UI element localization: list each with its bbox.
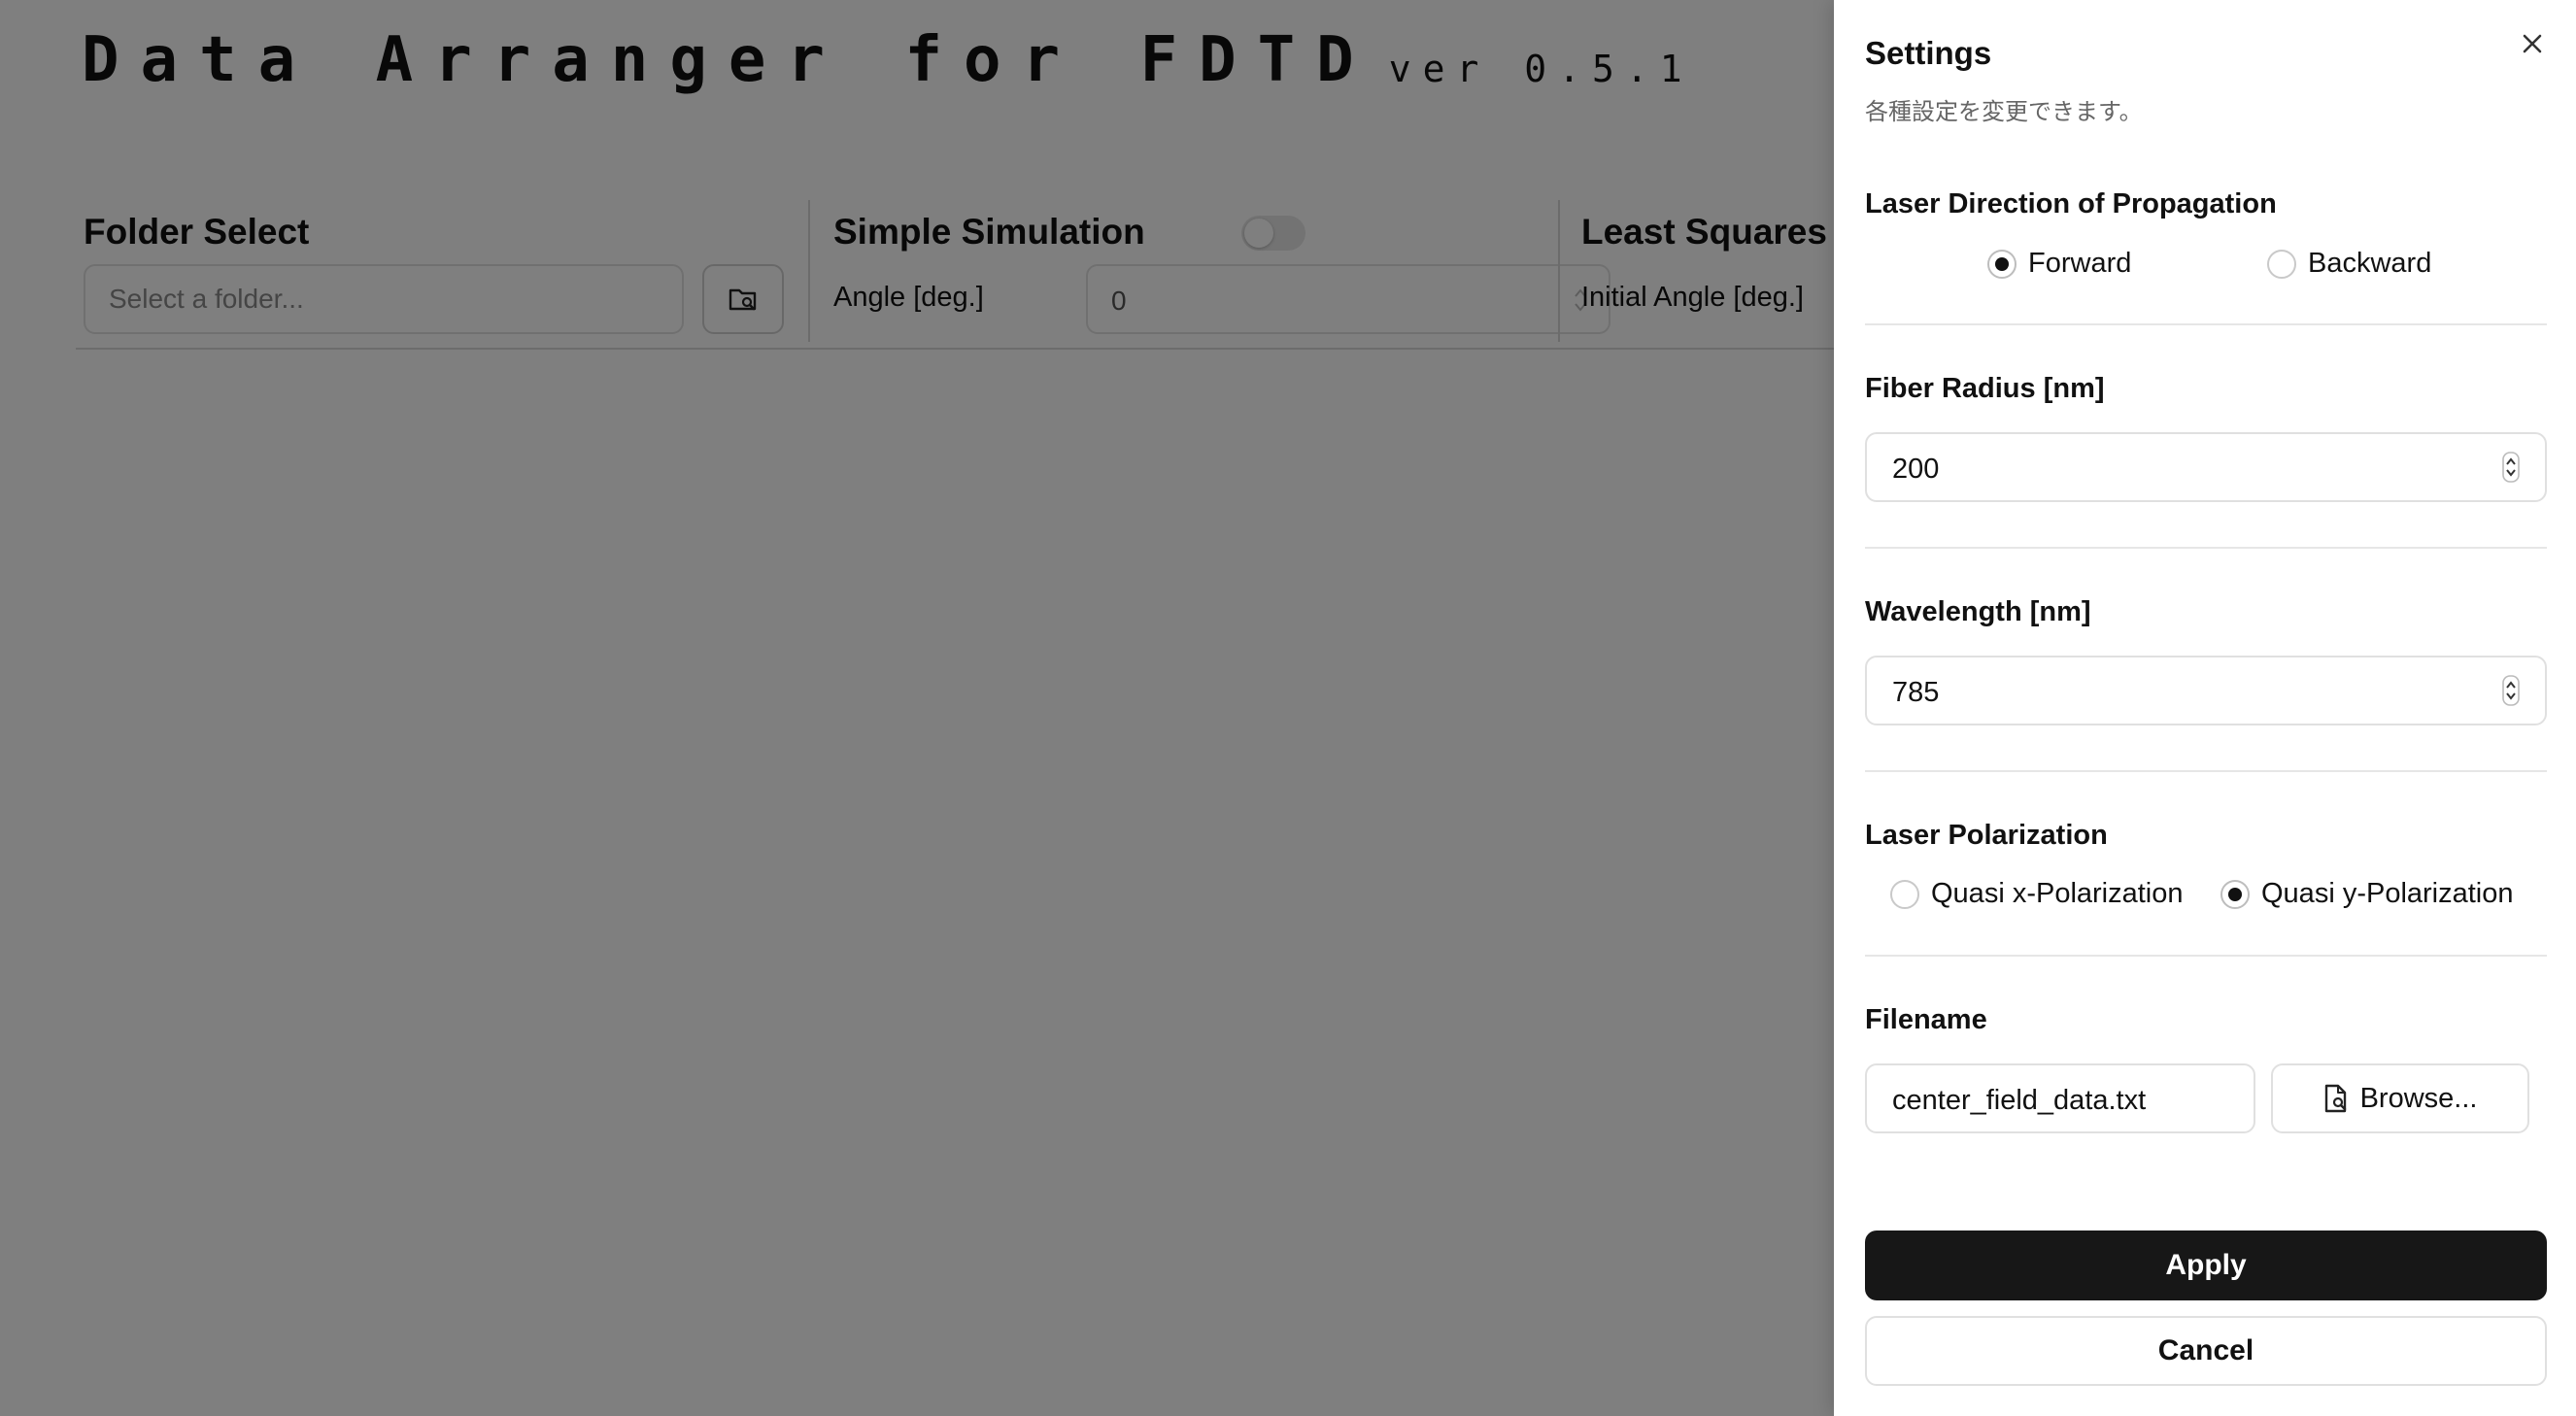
wavelength-value: 785 xyxy=(1892,677,1940,708)
file-search-icon xyxy=(2324,1084,2346,1113)
browse-button[interactable]: Browse... xyxy=(2271,1063,2529,1133)
settings-title: Settings xyxy=(1865,35,1992,71)
apply-button[interactable]: Apply xyxy=(1865,1231,2547,1300)
wavelength-label: Wavelength [nm] xyxy=(1865,596,2091,627)
app-window: Data Arranger for FDTD ver 0.5.1 Folder … xyxy=(0,0,2576,1416)
radio-quasi-y-indicator[interactable] xyxy=(2220,879,2250,909)
section-divider xyxy=(1865,955,2547,957)
laser-polarization-label: Laser Polarization xyxy=(1865,820,2108,851)
radio-backward-indicator[interactable] xyxy=(2267,249,2296,279)
fiber-radius-label: Fiber Radius [nm] xyxy=(1865,373,2105,404)
fiber-radius-value: 200 xyxy=(1892,454,1940,485)
laser-direction-label: Laser Direction of Propagation xyxy=(1865,188,2277,219)
section-divider xyxy=(1865,770,2547,772)
close-button[interactable] xyxy=(2516,27,2549,60)
spinner-icon[interactable] xyxy=(2502,675,2520,706)
settings-description: 各種設定を変更できます。 xyxy=(1865,98,2143,125)
close-icon xyxy=(2523,34,2542,53)
radio-quasi-x[interactable]: Quasi x-Polarization xyxy=(1890,878,2184,910)
section-divider xyxy=(1865,323,2547,325)
fiber-radius-input[interactable]: 200 xyxy=(1865,432,2547,502)
browse-button-label: Browse... xyxy=(2359,1082,2478,1114)
radio-backward[interactable]: Backward xyxy=(2267,248,2431,280)
filename-input[interactable]: center_field_data.txt xyxy=(1865,1063,2255,1133)
modal-overlay[interactable] xyxy=(0,0,1834,1416)
radio-quasi-y[interactable]: Quasi y-Polarization xyxy=(2220,878,2514,910)
radio-quasi-y-label: Quasi y-Polarization xyxy=(2261,878,2514,909)
filename-label: Filename xyxy=(1865,1004,1987,1035)
cancel-button[interactable]: Cancel xyxy=(1865,1316,2547,1386)
section-divider xyxy=(1865,547,2547,549)
radio-forward[interactable]: Forward xyxy=(1987,248,2131,280)
radio-forward-indicator[interactable] xyxy=(1987,249,2017,279)
radio-quasi-x-indicator[interactable] xyxy=(1890,879,1919,909)
spinner-icon[interactable] xyxy=(2502,452,2520,483)
radio-backward-label: Backward xyxy=(2308,248,2432,279)
radio-forward-label: Forward xyxy=(2028,248,2132,279)
radio-quasi-x-label: Quasi x-Polarization xyxy=(1931,878,2184,909)
wavelength-input[interactable]: 785 xyxy=(1865,656,2547,725)
filename-value: center_field_data.txt xyxy=(1892,1085,2147,1116)
